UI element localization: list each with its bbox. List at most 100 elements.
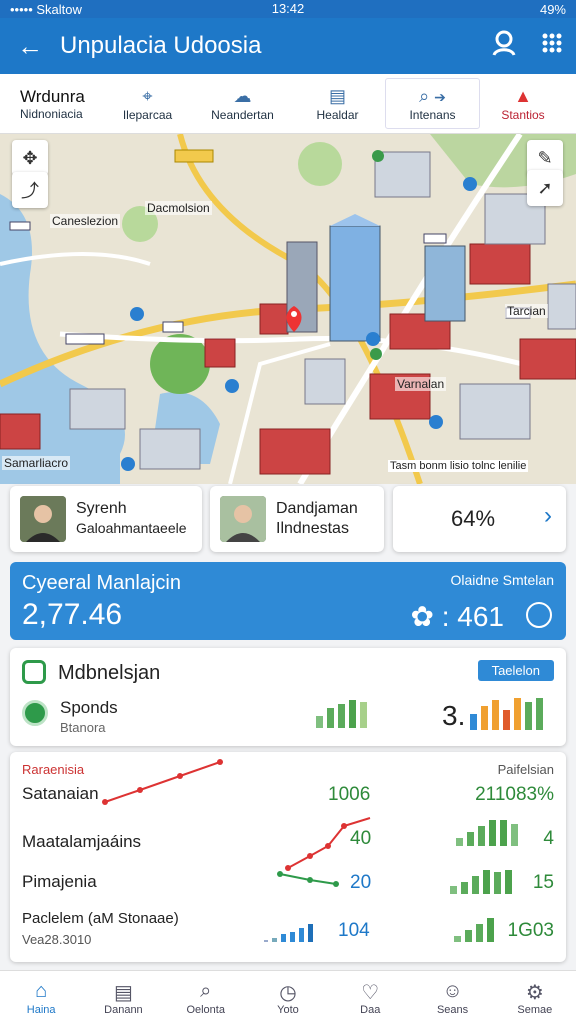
grid-menu-icon[interactable] bbox=[528, 32, 576, 60]
nav-label: Semae bbox=[517, 1003, 553, 1016]
tab-label: Stantios bbox=[501, 107, 545, 122]
tab-overview-subtitle: Nidnoniacia bbox=[20, 106, 83, 121]
tab-health[interactable]: ▤ Healdar bbox=[290, 74, 385, 133]
stat-row-label: Maatalamjaáins bbox=[22, 832, 142, 851]
nav-label: Danann bbox=[104, 1003, 143, 1016]
tab-neighborhoods[interactable]: ☁ Neandertan bbox=[195, 74, 290, 133]
tab-overview[interactable]: Wrdunra Nidnoniacia bbox=[0, 74, 100, 133]
map-label: Tarcian bbox=[505, 304, 548, 318]
profile-icon[interactable] bbox=[480, 29, 528, 63]
colored-bar-chart bbox=[470, 698, 543, 730]
stats-panel: Raraenisia Paifelsian Satanaian 1006 211… bbox=[10, 752, 566, 962]
landmark-icon: ▲ bbox=[514, 85, 532, 106]
search-pin-icon: ⌕ ➔ bbox=[419, 85, 446, 106]
document-icon: ▤ bbox=[113, 981, 133, 1004]
nav-label: Yoto bbox=[277, 1003, 299, 1016]
mini-bar-chart bbox=[454, 918, 494, 942]
clock-icon: ◷ bbox=[279, 981, 297, 1004]
stat-row-mid: 40 bbox=[350, 828, 372, 849]
stat-row-right: 211083% bbox=[475, 784, 554, 805]
app-icon bbox=[22, 660, 46, 684]
nav-item-settings[interactable]: ⚙ Semae bbox=[494, 971, 576, 1024]
location-icon: ⌖ bbox=[142, 85, 153, 106]
app-bar: ← Unpulacia Udoosia bbox=[0, 18, 576, 74]
puzzle-icon: ✿ bbox=[410, 601, 434, 632]
nav-item-home[interactable]: ⌂ Haina bbox=[0, 971, 82, 1024]
stat-row-mid: 104 bbox=[338, 920, 370, 941]
summary-right-number: 461 bbox=[457, 601, 504, 632]
tab-stations[interactable]: ▲ Stantios bbox=[480, 74, 566, 133]
nav-item-people[interactable]: ☺ Seans bbox=[411, 971, 493, 1024]
panel-header-right: Paifelsian bbox=[497, 762, 554, 777]
map-label: Samarliacro bbox=[2, 456, 71, 470]
summary-card[interactable]: Cyeeral Manlajcin 2,77.46 Olaidne Smtela… bbox=[10, 562, 566, 640]
nav-item-search[interactable]: ⌕ Oelonta bbox=[165, 971, 247, 1024]
back-arrow-icon[interactable]: ← bbox=[0, 31, 60, 62]
avatar bbox=[220, 496, 266, 542]
nav-label: Oelonta bbox=[186, 1003, 225, 1016]
heart-icon: ♡ bbox=[361, 981, 380, 1004]
tab-interests[interactable]: ⌕ ➔ Intenans bbox=[385, 78, 480, 129]
summary-value: 2,77.46 bbox=[22, 598, 123, 631]
navigate-icon[interactable]: ⤴ bbox=[12, 172, 48, 208]
mini-bar-chart bbox=[450, 870, 512, 894]
panel-row-label: Sponds bbox=[60, 698, 118, 717]
map-graphic bbox=[0, 134, 576, 484]
tab-label: Intenans bbox=[409, 107, 456, 122]
map-label: Dacmolsion bbox=[145, 201, 212, 215]
card-subtitle: Ilndnestas bbox=[276, 520, 349, 537]
avatar bbox=[20, 496, 66, 542]
settings-icon: ⚙ bbox=[525, 981, 544, 1004]
stat-row-label: Pimajenia bbox=[22, 872, 97, 891]
percent-value: 64% bbox=[451, 506, 496, 531]
nav-label: Seans bbox=[436, 1003, 469, 1016]
status-icon bbox=[22, 700, 48, 726]
nav-label: Haina bbox=[26, 1003, 56, 1016]
nav-item-favorites[interactable]: ♡ Daa bbox=[329, 971, 411, 1024]
stat-row-right: 4 bbox=[543, 828, 554, 849]
gauge-icon[interactable] bbox=[526, 602, 552, 628]
person-icon: ☺ bbox=[442, 979, 463, 1002]
nav-label: Daa bbox=[360, 1003, 381, 1016]
stat-row-mid: 20 bbox=[350, 872, 372, 893]
bus-icon: ▤ bbox=[328, 85, 346, 106]
stat-row-mid: 1006 bbox=[328, 784, 371, 805]
card-name: Syrenh bbox=[76, 500, 127, 517]
stat-row-right: 15 bbox=[532, 872, 554, 893]
category-tabs: Wrdunra Nidnoniacia ⌖ Ileparcaa ☁ Neande… bbox=[0, 74, 576, 134]
map-label: Varnalan bbox=[395, 377, 447, 391]
summary-right-label: Olaidne Smtelan bbox=[450, 572, 554, 588]
mini-bar-chart bbox=[456, 820, 518, 846]
place-card-1[interactable]: Syrenh Galoahmantaeele bbox=[10, 486, 202, 552]
home-icon: ⌂ bbox=[35, 979, 48, 1002]
card-name: Dandjaman bbox=[276, 500, 358, 517]
nav-item-time[interactable]: ◷ Yoto bbox=[247, 971, 329, 1024]
chevron-right-icon[interactable]: › bbox=[544, 502, 552, 530]
locate-icon[interactable]: ✥ bbox=[12, 140, 48, 176]
cloud-icon: ☁ bbox=[233, 85, 252, 106]
tab-places[interactable]: ⌖ Ileparcaa bbox=[100, 74, 195, 133]
stat-row-subtitle: Vea28.3010 bbox=[22, 932, 92, 947]
summary-right-value: ✿ : 461 bbox=[410, 601, 504, 632]
nav-item-documents[interactable]: ▤ Danann bbox=[82, 971, 164, 1024]
panel-header-left: Raraenisia bbox=[22, 762, 85, 777]
mini-bar-chart bbox=[264, 920, 313, 942]
page-title: Unpulacia Udoosia bbox=[60, 32, 262, 59]
city-map[interactable]: ✥ ⤴ ✎ ➚ Caneslezion Dacmolsion Samarliac… bbox=[0, 134, 576, 484]
metrics-panel: Mdbnelsjan Taelelon Sponds Btanora 3. bbox=[10, 648, 566, 746]
percent-card[interactable]: 64% › bbox=[393, 486, 566, 552]
tab-overview-title: Wrdunra bbox=[20, 86, 85, 106]
panel-row-subtitle: Btanora bbox=[60, 720, 106, 735]
place-card-2[interactable]: Dandjaman Ilndnestas bbox=[210, 486, 384, 552]
stat-row-label: Satanaian bbox=[22, 784, 99, 803]
direction-icon[interactable]: ➚ bbox=[527, 170, 563, 206]
panel-badge[interactable]: Taelelon bbox=[477, 660, 554, 681]
panel-value: 3. bbox=[442, 700, 466, 731]
stat-row-label: Paclelem (aM Stonaae) bbox=[22, 910, 179, 927]
stat-row-right: 1G03 bbox=[507, 920, 554, 941]
clock-label: 13:42 bbox=[271, 1, 305, 16]
panel-title: Mdbnelsjan bbox=[58, 662, 161, 684]
card-subtitle: Galoahmantaeele bbox=[76, 520, 187, 536]
tab-label: Healdar bbox=[316, 107, 359, 122]
map-scale-label: Tasm bonm lisio tolnc lenilie bbox=[388, 460, 529, 472]
